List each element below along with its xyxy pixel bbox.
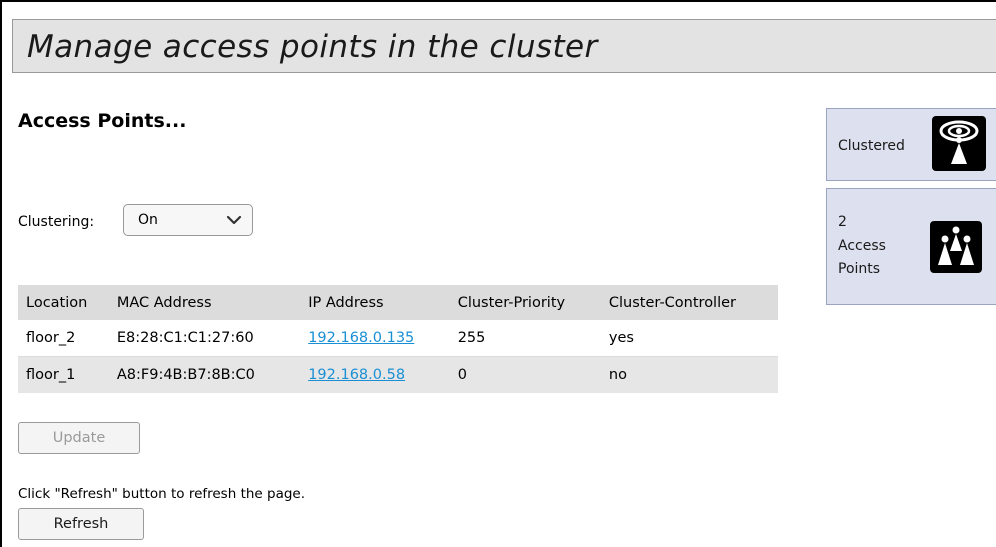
ap-label-line2: Points <box>838 261 881 277</box>
cell-priority: 0 <box>449 356 601 393</box>
frame-left-border <box>0 0 2 547</box>
col-location: Location <box>18 285 109 320</box>
cell-controller: yes <box>600 320 778 357</box>
table-header-row: Location MAC Address IP Address Cluster-… <box>18 285 778 320</box>
access-points-icon <box>930 221 982 273</box>
cell-location: floor_1 <box>18 356 109 393</box>
ip-link[interactable]: 192.168.0.135 <box>308 330 414 346</box>
ip-link[interactable]: 192.168.0.58 <box>308 367 405 383</box>
update-button[interactable]: Update <box>18 422 140 454</box>
clustered-label: Clustered <box>838 138 905 154</box>
cell-controller: no <box>600 356 778 393</box>
col-cluster-priority: Cluster-Priority <box>449 285 601 320</box>
clustering-selected-value: On <box>138 212 158 228</box>
refresh-button[interactable]: Refresh <box>18 508 144 540</box>
ap-count: 2 <box>838 214 847 230</box>
page-title: Manage access points in the cluster <box>27 29 598 65</box>
access-points-table: Location MAC Address IP Address Cluster-… <box>18 285 778 393</box>
cell-mac: A8:F9:4B:B7:8B:C0 <box>108 356 301 393</box>
clustered-ap-icon <box>932 116 986 171</box>
col-ip-address: IP Address <box>300 285 450 320</box>
ap-label-line1: Access <box>838 238 886 254</box>
col-cluster-controller: Cluster-Controller <box>600 285 778 320</box>
cell-ip: 192.168.0.58 <box>300 356 450 393</box>
cell-ip: 192.168.0.135 <box>300 320 450 357</box>
title-bar: Manage access points in the cluster <box>12 19 996 73</box>
cell-priority: 255 <box>449 320 601 357</box>
frame-top-border <box>0 0 996 2</box>
ap-count-status-panel: 2 Access Points <box>826 188 996 305</box>
table-row: floor_2 E8:28:C1:C1:27:60 192.168.0.135 … <box>18 320 778 357</box>
refresh-hint: Click "Refresh" button to refresh the pa… <box>18 486 306 502</box>
cell-mac: E8:28:C1:C1:27:60 <box>108 320 301 357</box>
chevron-down-icon <box>226 215 242 225</box>
section-heading: Access Points... <box>18 110 187 132</box>
table-row: floor_1 A8:F9:4B:B7:8B:C0 192.168.0.58 0… <box>18 356 778 393</box>
col-mac-address: MAC Address <box>108 285 301 320</box>
clustering-select[interactable]: On <box>123 204 253 236</box>
cell-location: floor_2 <box>18 320 109 357</box>
clustering-label: Clustering: <box>18 214 95 230</box>
clustered-status-panel: Clustered <box>826 108 996 181</box>
